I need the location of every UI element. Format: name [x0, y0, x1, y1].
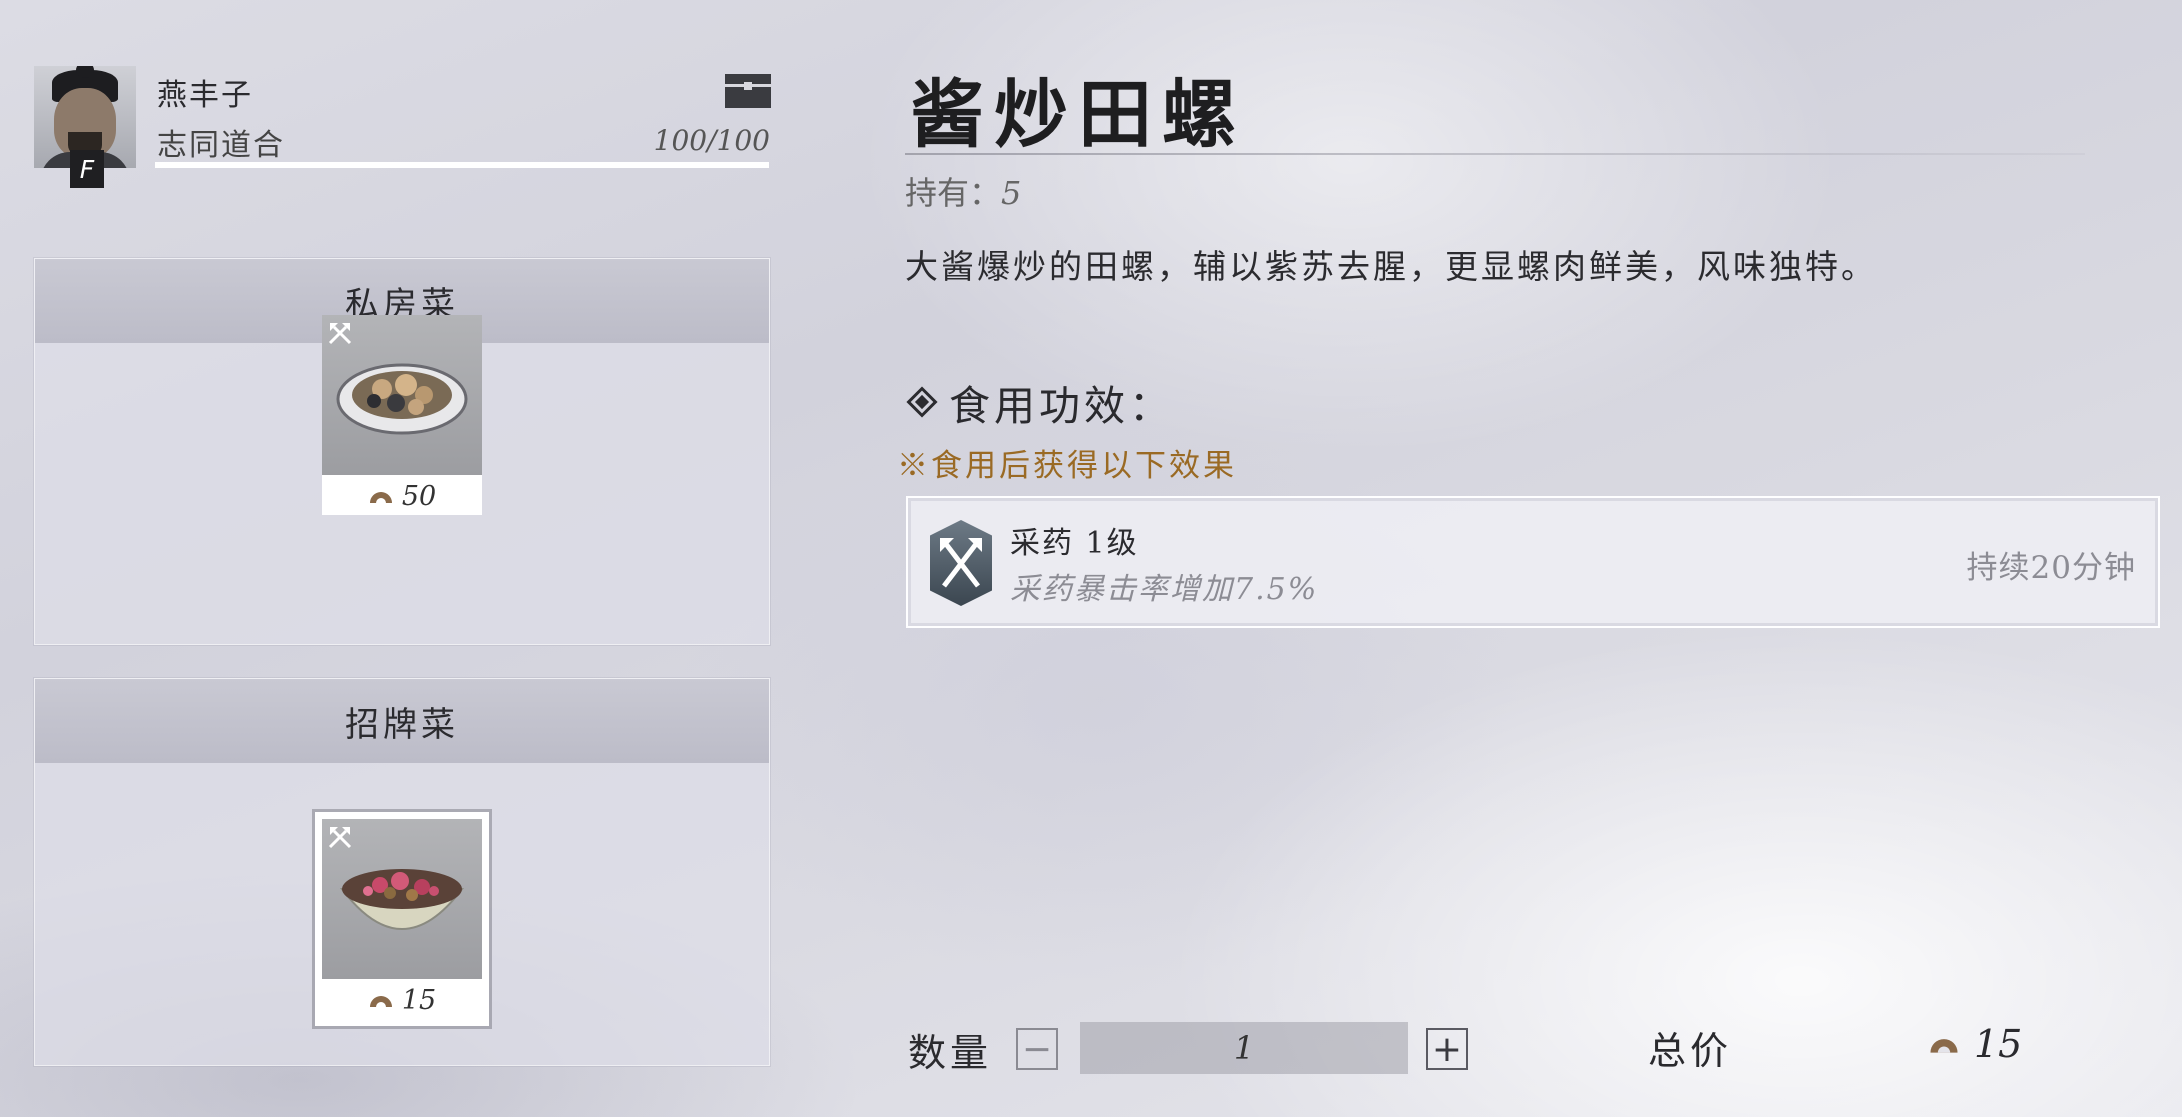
total-label: 总价 — [1648, 1029, 1733, 1073]
signature-dish-panel: 招牌菜 15 — [34, 678, 770, 1066]
dish-price: 50 — [401, 480, 437, 512]
effect-duration: 持续20分钟 — [1966, 550, 2136, 586]
total-price: 15 — [1928, 1022, 2022, 1066]
dish-card-selected[interactable]: 15 — [315, 812, 489, 1026]
dish-description: 大酱爆炒的田螺，辅以紫苏去腥，更显螺肉鲜美，风味独特。 — [905, 247, 1877, 286]
dish-price: 15 — [401, 984, 437, 1016]
effect-desc: 采药暴击率增加7.5% — [1010, 572, 1319, 607]
relationship-label: 志同道合 — [157, 128, 285, 163]
hold-count: 持有：5 — [905, 174, 1022, 212]
affinity-bar — [155, 162, 769, 168]
chest-icon[interactable] — [723, 70, 773, 110]
dish-title: 酱炒田螺 — [910, 72, 1246, 158]
coin-icon — [1930, 1039, 1958, 1053]
effect-note: ※食用后获得以下效果 — [897, 448, 1237, 484]
effect-heading: 食用功效： — [905, 372, 1174, 432]
private-dish-panel: 私房菜 50 — [34, 258, 770, 645]
dish-card[interactable]: 50 — [322, 315, 482, 515]
crossed-axes-icon — [328, 323, 352, 345]
quantity-field[interactable]: 1 — [1080, 1022, 1408, 1074]
diamond-icon — [906, 386, 938, 418]
coin-icon — [369, 996, 392, 1007]
coin-icon — [369, 492, 392, 503]
increase-button[interactable]: + — [1426, 1028, 1468, 1070]
panel-title: 招牌菜 — [35, 679, 769, 763]
crossed-axes-icon — [328, 827, 352, 849]
effect-entry: 采药 1级 采药暴击率增加7.5% 持续20分钟 — [906, 496, 2160, 628]
rank-badge: F — [70, 150, 104, 188]
herb-gathering-icon — [930, 520, 992, 606]
quantity-label: 数量 — [908, 1031, 993, 1075]
character-name: 燕丰子 — [157, 78, 253, 113]
effect-name: 采药 1级 — [1010, 526, 1139, 561]
divider — [905, 153, 2085, 155]
affinity-value: 100/100 — [653, 124, 770, 157]
decrease-button[interactable]: − — [1016, 1028, 1058, 1070]
